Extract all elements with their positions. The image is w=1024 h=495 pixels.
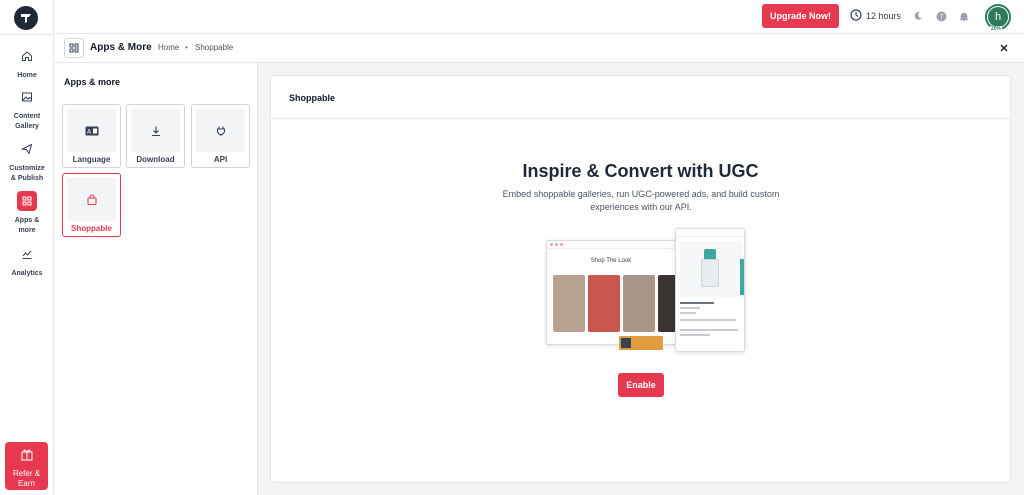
gift-icon: [20, 447, 34, 466]
popup-titlebar: [676, 229, 744, 237]
sidebar-divider: [0, 34, 54, 35]
product-name-line: [680, 302, 714, 304]
shopping-bag-icon: [67, 178, 116, 221]
sidebar-item-label: Content Gallery: [13, 113, 41, 130]
avatar-initial: h: [988, 7, 1008, 27]
app-card-download[interactable]: Download: [126, 104, 185, 168]
hours-label: 12 hours: [866, 11, 902, 21]
bell-icon[interactable]: [958, 10, 970, 22]
refer-earn-label: Refer & Earn: [12, 469, 41, 488]
app-card-language[interactable]: A Language: [62, 104, 121, 168]
moon-icon[interactable]: [912, 10, 924, 22]
sidebar-item-label: Home: [17, 72, 37, 79]
sidebar-item-label: Analytics: [11, 270, 43, 277]
product-bottle: [701, 259, 719, 287]
breadcrumb-separator: •: [148, 43, 151, 52]
brand-logo-icon[interactable]: [14, 6, 38, 30]
trial-hours[interactable]: 12 hours: [850, 9, 901, 23]
sidebar-item-content-gallery[interactable]: Content Gallery: [0, 87, 54, 132]
download-icon: [131, 109, 180, 152]
shop-the-look-title: Shop The Look: [590, 258, 632, 264]
apps-grid-button[interactable]: [64, 38, 84, 58]
breadcrumb-separator: •: [185, 43, 188, 52]
profile-progress: 20%: [990, 26, 1003, 32]
upgrade-button[interactable]: Upgrade Now!: [762, 4, 839, 28]
product-bottle-cap: [704, 249, 716, 259]
product-price-line: [680, 307, 700, 309]
plug-icon: [196, 109, 245, 152]
gallery-photo: [553, 275, 585, 332]
panel-title: Apps & more: [64, 77, 121, 87]
apps-grid-icon: [69, 43, 79, 53]
gallery-photo: [623, 275, 655, 332]
card-label: Shoppable: [71, 224, 112, 233]
breadcrumb-home[interactable]: Home: [158, 43, 179, 52]
card-header-title: Shoppable: [289, 93, 336, 103]
image-icon: [17, 87, 37, 107]
shoppable-illustration: Shop The Look: [546, 228, 746, 358]
main-content: Shoppable Inspire & Convert with UGC Emb…: [258, 63, 1024, 495]
app-card-api[interactable]: API: [191, 104, 250, 168]
apps-panel: Apps & more A Language Download API Shop…: [54, 63, 258, 495]
product-detail-line: [680, 319, 736, 321]
gallery-photo: [588, 275, 620, 332]
product-detail-line: [680, 329, 738, 331]
gallery-window: Shop The Look: [546, 240, 676, 350]
language-icon: A: [67, 109, 116, 152]
send-icon: [17, 139, 37, 159]
card-label: Language: [72, 155, 111, 164]
side-tab: [740, 259, 744, 295]
svg-text:?: ?: [939, 13, 943, 21]
help-icon[interactable]: ?: [935, 10, 947, 22]
card-label: API: [213, 155, 228, 164]
product-detail-line: [680, 334, 710, 336]
clock-icon: [850, 9, 862, 23]
gallery-photo: [658, 275, 676, 332]
refer-earn-button[interactable]: Refer & Earn: [5, 442, 48, 490]
sidebar-item-home[interactable]: Home: [0, 46, 54, 81]
product-detail-line: [680, 312, 696, 314]
sidebar: Home Content Gallery Customize & Publish…: [0, 0, 54, 495]
sidebar-item-label: Apps & more: [14, 217, 40, 234]
breadcrumb: Apps & More • Home • Shoppable: [54, 34, 1024, 63]
shoppable-card: Shoppable Inspire & Convert with UGC Emb…: [270, 75, 1011, 483]
user-avatar[interactable]: h 20%: [985, 4, 1011, 32]
product-popup: [675, 228, 745, 352]
home-icon: [17, 46, 37, 66]
sidebar-item-customize-publish[interactable]: Customize & Publish: [0, 139, 54, 184]
apps-grid-icon: [17, 191, 37, 211]
breadcrumb-current: Shoppable: [195, 43, 234, 52]
app-card-shoppable[interactable]: Shoppable: [62, 173, 121, 237]
hero-title: Inspire & Convert with UGC: [522, 161, 759, 181]
qr-code-icon: [621, 338, 631, 348]
chart-icon: [17, 244, 37, 264]
close-icon[interactable]: [998, 42, 1010, 54]
enable-button[interactable]: Enable: [618, 373, 664, 397]
sidebar-item-label: Customize & Publish: [9, 165, 45, 182]
window-titlebar: [547, 241, 675, 249]
breadcrumb-title: Apps & More: [90, 42, 152, 53]
top-bar: Upgrade Now! 12 hours ? h 20%: [54, 0, 1024, 34]
card-header: Shoppable: [271, 76, 1010, 119]
sidebar-item-apps-more[interactable]: Apps & more: [0, 191, 54, 236]
sidebar-item-analytics[interactable]: Analytics: [0, 244, 54, 279]
hero-description: Embed shoppable galleries, run UGC-power…: [502, 189, 780, 212]
card-label: Download: [136, 155, 175, 164]
